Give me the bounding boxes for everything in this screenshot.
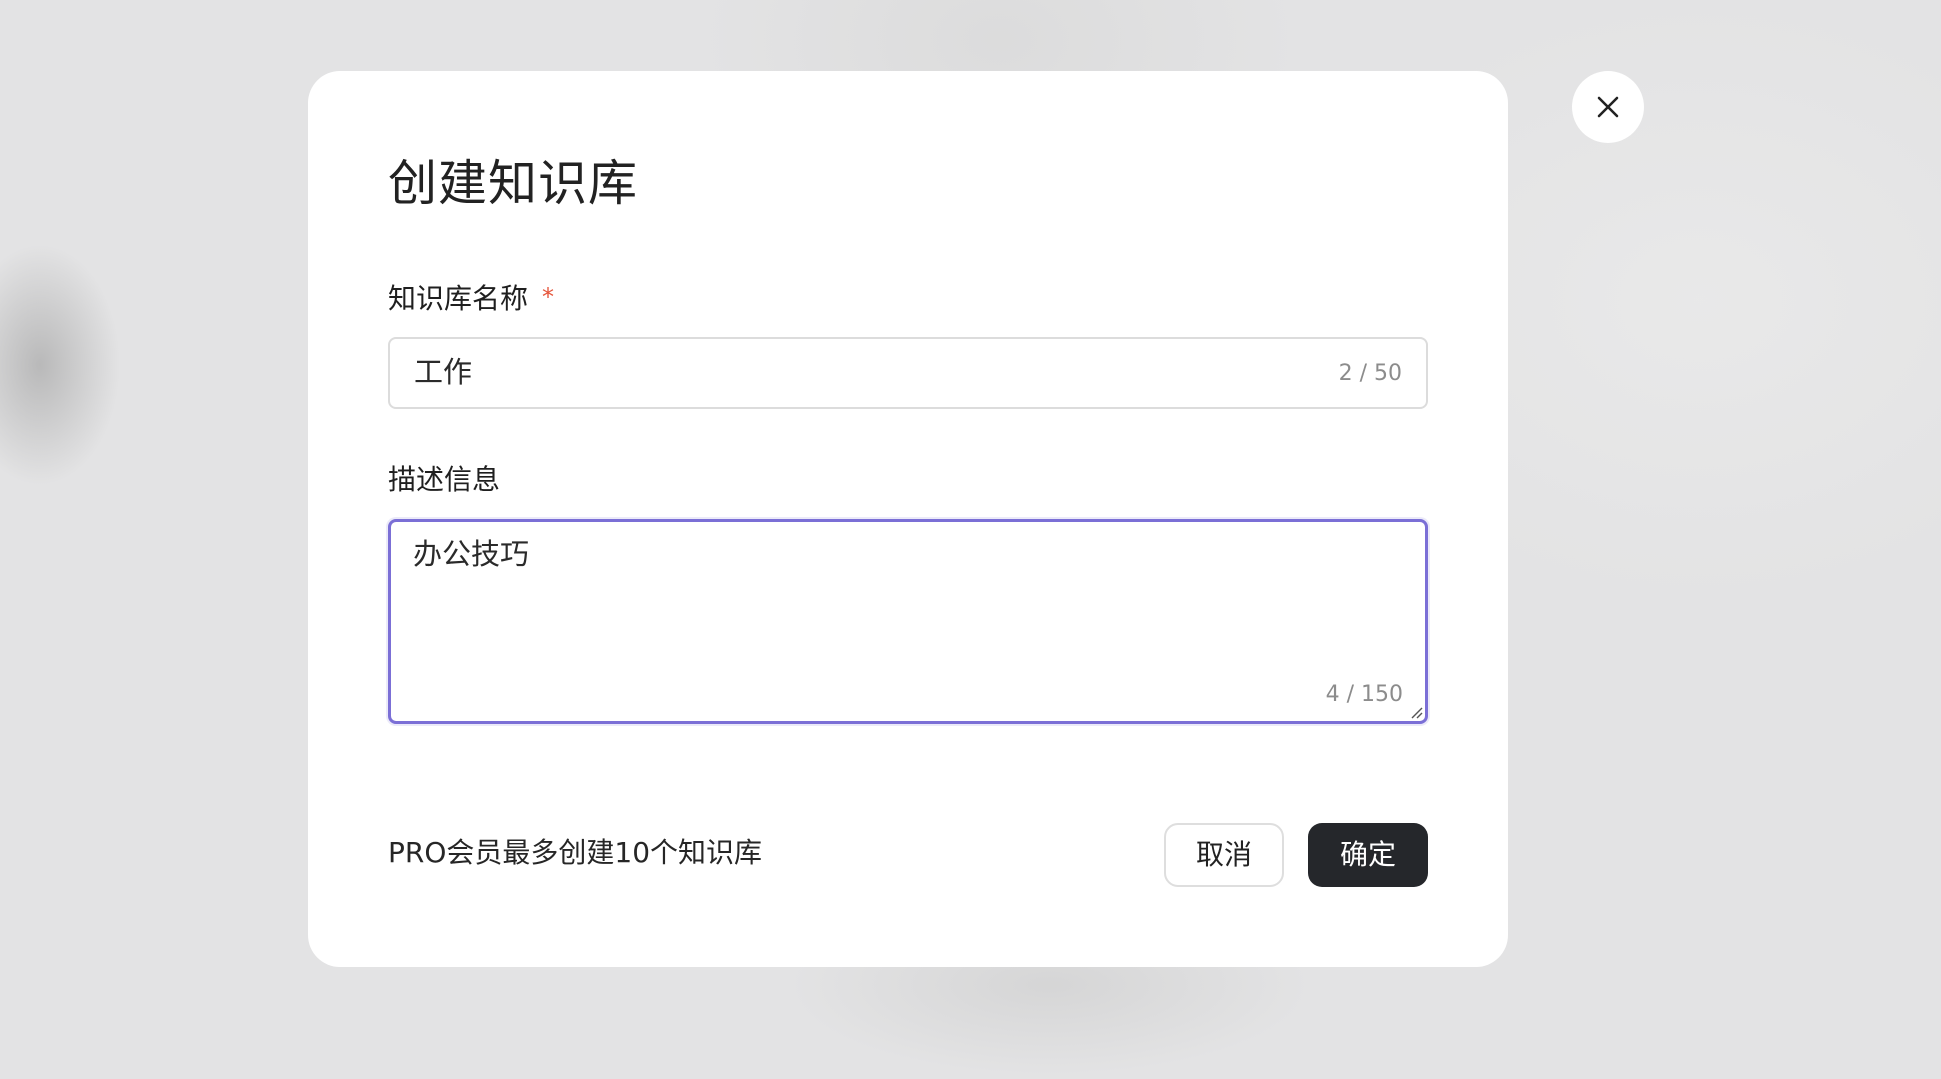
name-field-label-text: 知识库名称 bbox=[388, 282, 529, 315]
close-icon bbox=[1597, 96, 1619, 118]
name-input[interactable]: 工作 2 / 50 bbox=[388, 337, 1428, 409]
confirm-button[interactable]: 确定 bbox=[1308, 823, 1428, 887]
resize-grip-icon[interactable] bbox=[1409, 705, 1423, 719]
name-input-value: 工作 bbox=[414, 355, 473, 389]
cancel-button[interactable]: 取消 bbox=[1164, 823, 1284, 887]
close-button[interactable] bbox=[1572, 71, 1644, 143]
required-mark: * bbox=[542, 283, 555, 311]
description-char-counter: 4 / 150 bbox=[1325, 682, 1403, 707]
description-textarea[interactable]: 办公技巧 4 / 150 bbox=[388, 519, 1428, 724]
dialog-title: 创建知识库 bbox=[388, 155, 639, 212]
create-knowledge-base-dialog: 创建知识库 知识库名称 * 工作 2 / 50 描述信息 办公技巧 4 / 150… bbox=[308, 71, 1508, 967]
description-field-label: 描述信息 bbox=[388, 463, 501, 496]
description-textarea-value: 办公技巧 bbox=[413, 537, 530, 571]
member-limit-note: PRO会员最多创建10个知识库 bbox=[388, 836, 763, 869]
name-char-counter: 2 / 50 bbox=[1338, 361, 1402, 386]
name-field-label: 知识库名称 * bbox=[388, 285, 554, 313]
